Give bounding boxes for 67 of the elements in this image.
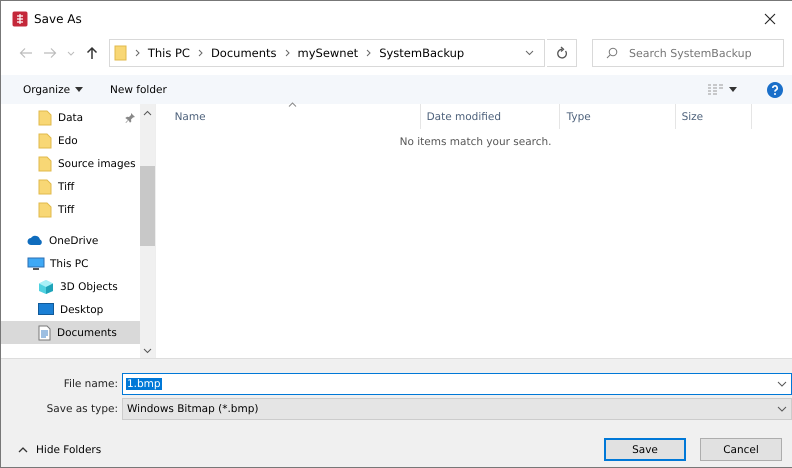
up-arrow-icon xyxy=(86,46,98,60)
field-label: Save as type: xyxy=(46,402,119,414)
folder-icon xyxy=(38,110,52,126)
sidebar-item[interactable]: Tiff xyxy=(1,198,140,221)
chevron-up-icon xyxy=(18,446,28,452)
computer-icon xyxy=(27,256,45,270)
sidebar-item[interactable]: Source images xyxy=(1,152,140,175)
left-arrow-icon xyxy=(19,47,34,59)
help-button[interactable] xyxy=(764,82,786,98)
empty-message: No items match your search. xyxy=(398,136,552,148)
refresh-icon xyxy=(556,46,568,60)
sidebar-item[interactable]: Tiff xyxy=(1,175,140,198)
breadcrumb[interactable]: SystemBackup xyxy=(379,46,464,60)
hide-folders-button[interactable]: Hide Folders xyxy=(18,444,102,456)
breadcrumb[interactable]: mySewnet xyxy=(298,46,358,60)
sidebar-item[interactable]: OneDrive xyxy=(1,229,140,252)
chevron-icon xyxy=(366,49,372,57)
folder-icon xyxy=(114,45,127,61)
right-arrow-icon xyxy=(43,47,58,59)
caret-icon xyxy=(729,87,737,92)
scrollbar-thumb[interactable] xyxy=(140,166,155,246)
sidebar-item[interactable]: Edo xyxy=(1,129,140,152)
column-header[interactable]: Date modified xyxy=(420,104,560,129)
folder-icon xyxy=(38,156,52,172)
sidebar-item[interactable]: Data xyxy=(1,106,140,129)
sidebar-item[interactable]: Documents xyxy=(1,321,140,344)
address-bar[interactable]: This PC Documents mySewnet SystemBackup xyxy=(108,39,546,67)
cancel-button[interactable]: Cancel xyxy=(700,438,782,461)
chevron-down-icon xyxy=(67,50,76,56)
column-header[interactable]: Size xyxy=(676,104,752,129)
save-button[interactable]: Save xyxy=(604,438,686,461)
chevron-down-icon xyxy=(777,380,787,386)
breadcrumb[interactable]: This PC xyxy=(148,46,190,60)
file-name-field[interactable]: 1.bmp xyxy=(122,372,792,394)
file-type-dropdown[interactable]: Windows Bitmap (*.bmp) xyxy=(122,398,792,420)
help-icon xyxy=(767,82,783,98)
chevron-icon xyxy=(134,49,140,57)
refresh-button[interactable] xyxy=(547,39,577,67)
chevron-down-icon xyxy=(777,406,787,412)
chevron-icon xyxy=(198,49,203,57)
column-header[interactable]: Type xyxy=(560,104,676,129)
cube-icon xyxy=(38,278,54,294)
new-folder-button[interactable]: New folder xyxy=(110,78,167,102)
organize-button[interactable]: Organize xyxy=(23,78,84,102)
app-icon xyxy=(12,11,28,27)
document-icon xyxy=(38,324,51,340)
sidebar-item[interactable]: Desktop xyxy=(1,298,140,321)
desktop-icon xyxy=(38,303,54,316)
sidebar-item[interactable]: This PC xyxy=(1,252,140,275)
breadcrumb[interactable]: Documents xyxy=(210,46,277,60)
caret-icon xyxy=(75,87,84,92)
folder-icon xyxy=(38,132,52,148)
search-field[interactable]: Search SystemBackup xyxy=(592,39,784,67)
folder-icon xyxy=(38,178,52,194)
chevron-icon xyxy=(284,49,290,57)
scroll-up-icon[interactable] xyxy=(142,110,152,116)
details-view-icon xyxy=(708,84,724,96)
field-label: File name: xyxy=(62,378,119,390)
scroll-down-icon[interactable] xyxy=(142,348,152,354)
sort-caret-icon xyxy=(288,102,297,107)
column-header[interactable]: Name xyxy=(156,104,421,129)
folder-icon xyxy=(38,202,52,218)
cloud-icon xyxy=(27,235,44,246)
close-icon xyxy=(764,13,776,25)
dropdown-icon xyxy=(525,50,534,56)
window-title: Save As xyxy=(34,12,83,26)
sidebar-item[interactable]: 3D Objects xyxy=(1,275,140,298)
